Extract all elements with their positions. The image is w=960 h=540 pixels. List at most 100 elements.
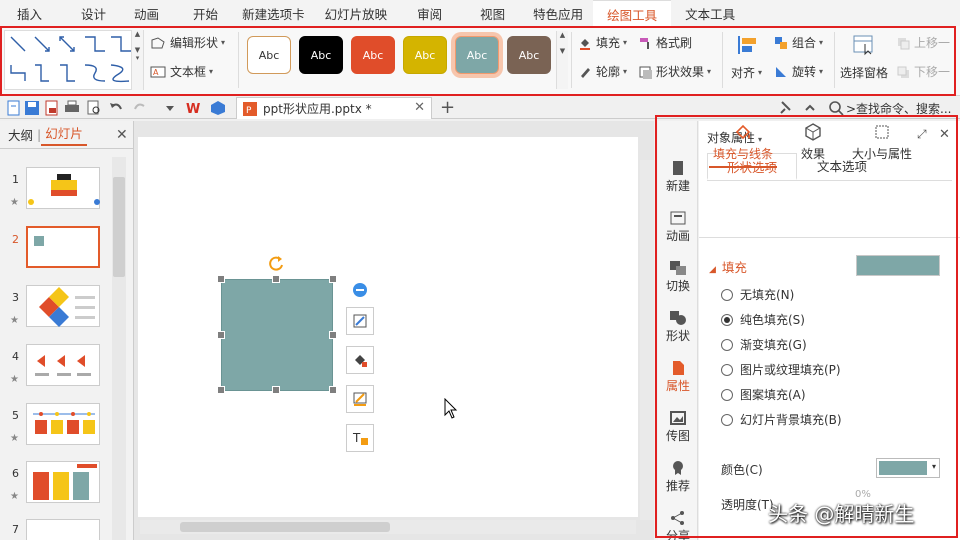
resize-handle-top[interactable] bbox=[272, 275, 280, 283]
selected-rectangle-shape[interactable] bbox=[221, 279, 333, 391]
radio-pattern-fill[interactable]: 图案填充(A) bbox=[721, 386, 806, 403]
shape-style-2[interactable]: Abc bbox=[299, 36, 343, 74]
search-icon[interactable] bbox=[828, 100, 844, 116]
resize-handle-top-left[interactable] bbox=[217, 275, 225, 283]
rotate-handle-icon[interactable] bbox=[268, 255, 286, 273]
shape-style-6[interactable]: Abc bbox=[507, 36, 551, 74]
sidebar-item-transition[interactable]: 切换 bbox=[658, 261, 698, 294]
resize-handle-left[interactable] bbox=[217, 331, 225, 339]
radio-solid-fill[interactable]: 纯色填充(S) bbox=[721, 311, 805, 328]
slide-thumbnail-5[interactable] bbox=[26, 403, 100, 445]
close-tab-icon[interactable]: ✕ bbox=[414, 100, 425, 115]
tab-slides[interactable]: 幻灯片 bbox=[41, 123, 87, 146]
menu-tab-features[interactable]: 特色应用 bbox=[527, 0, 593, 26]
new-file-icon[interactable] bbox=[6, 100, 22, 116]
selection-pane-button[interactable]: 选择窗格 bbox=[840, 64, 888, 81]
menu-tab-insert[interactable]: 插入 bbox=[0, 0, 55, 26]
document-tab[interactable]: P ppt形状应用.pptx * ✕ bbox=[236, 97, 432, 119]
menu-tab-review[interactable]: 审阅 bbox=[399, 0, 470, 26]
menu-tab-drawing-tools[interactable]: 绘图工具 bbox=[593, 0, 672, 26]
h-scroll-thumb[interactable] bbox=[180, 522, 390, 532]
print-icon[interactable] bbox=[64, 100, 80, 116]
float-text-button[interactable]: T bbox=[346, 424, 374, 452]
sidebar-item-upload-image[interactable]: 传图 bbox=[658, 411, 698, 444]
float-fill-button[interactable] bbox=[346, 346, 374, 374]
radio-no-fill[interactable]: 无填充(N) bbox=[721, 286, 794, 303]
command-search-input[interactable]: >查找命令、搜索... bbox=[846, 100, 952, 117]
print-preview-icon[interactable] bbox=[86, 100, 102, 116]
canvas-horizontal-scrollbar[interactable] bbox=[140, 520, 636, 534]
redo-icon[interactable] bbox=[132, 100, 148, 116]
slide-thumbnail-1[interactable] bbox=[26, 167, 100, 209]
shape-effect-button[interactable]: 形状效果 ▾ bbox=[638, 63, 711, 80]
send-backward-button[interactable]: 下移一 bbox=[896, 63, 950, 80]
subtab-fill-line[interactable]: 填充与线条 bbox=[709, 121, 777, 168]
slide-thumbnail-2[interactable] bbox=[26, 226, 100, 268]
radio-gradient-fill[interactable]: 渐变填充(G) bbox=[721, 336, 807, 353]
sidebar-item-properties[interactable]: 属性 bbox=[658, 361, 698, 394]
fill-section-header[interactable]: ◢ 填充 bbox=[709, 257, 747, 276]
canvas-vertical-scrollbar[interactable] bbox=[640, 160, 654, 520]
sidebar-item-new[interactable]: 新建 bbox=[658, 161, 698, 194]
tab-outline[interactable]: 大纲 bbox=[4, 125, 37, 144]
sidebar-item-recommend[interactable]: 推荐 bbox=[658, 461, 698, 494]
gallery-scroll[interactable]: ▲ ▼ ▾ bbox=[131, 30, 143, 90]
menu-tab-home[interactable]: 开始 bbox=[181, 0, 236, 26]
menu-tab-slideshow[interactable]: 幻灯片放映 bbox=[317, 0, 400, 26]
menu-tab-new-tab[interactable]: 新建选项卡 bbox=[236, 0, 317, 26]
menu-tab-text-tools[interactable]: 文本工具 bbox=[671, 0, 749, 26]
radio-picture-fill[interactable]: 图片或纹理填充(P) bbox=[721, 361, 841, 378]
rotate-button[interactable]: 旋转 ▾ bbox=[774, 63, 823, 80]
connector-shapes-icon[interactable] bbox=[5, 31, 135, 89]
sidebar-item-shape[interactable]: 形状 bbox=[658, 311, 698, 344]
text-box-button[interactable]: A 文本框 ▾ bbox=[150, 63, 213, 80]
outline-button[interactable]: 轮廓 ▾ bbox=[578, 63, 627, 80]
wps-logo-icon[interactable]: W bbox=[186, 100, 202, 116]
export-pdf-icon[interactable] bbox=[44, 100, 60, 116]
fill-color-preview[interactable] bbox=[856, 255, 940, 276]
scroll-thumb[interactable] bbox=[113, 177, 125, 277]
menu-tab-view[interactable]: 视图 bbox=[470, 0, 527, 26]
undo-icon[interactable] bbox=[108, 100, 124, 116]
fill-button[interactable]: 填充 ▾ bbox=[578, 34, 627, 51]
close-panel-icon[interactable]: ✕ bbox=[116, 127, 128, 143]
undock-icon[interactable]: ⤢ bbox=[917, 127, 927, 142]
cube-icon[interactable] bbox=[210, 100, 226, 116]
more-dropdown-icon[interactable] bbox=[162, 100, 178, 116]
new-tab-plus-icon[interactable]: + bbox=[440, 97, 455, 118]
slide-thumbnail-7[interactable] bbox=[26, 519, 100, 540]
resize-handle-bottom[interactable] bbox=[272, 386, 280, 394]
resize-handle-bottom-left[interactable] bbox=[217, 386, 225, 394]
format-painter-button[interactable]: 格式刷 bbox=[638, 34, 692, 51]
radio-slide-background-fill[interactable]: 幻灯片背景填充(B) bbox=[721, 411, 842, 428]
subtab-effect[interactable]: 效果 bbox=[795, 121, 831, 162]
pin-icon[interactable] bbox=[778, 100, 794, 116]
slide-thumbnail-6[interactable] bbox=[26, 461, 100, 503]
slide-thumbnail-3[interactable] bbox=[26, 285, 100, 327]
resize-handle-bottom-right[interactable] bbox=[329, 386, 337, 394]
float-outline-button[interactable] bbox=[346, 385, 374, 413]
resize-handle-right[interactable] bbox=[329, 331, 337, 339]
thumbnail-scrollbar[interactable] bbox=[112, 157, 126, 540]
close-panel-icon[interactable]: ✕ bbox=[939, 127, 950, 142]
shape-style-3[interactable]: Abc bbox=[351, 36, 395, 74]
sidebar-item-share[interactable]: 分享 bbox=[658, 511, 698, 540]
slide-thumbnail-4[interactable] bbox=[26, 344, 100, 386]
subtab-size-properties[interactable]: 大小与属性 bbox=[849, 121, 915, 162]
menu-tab-animation[interactable]: 动画 bbox=[124, 0, 181, 26]
edit-shape-button[interactable]: 编辑形状 ▾ bbox=[150, 34, 225, 51]
sidebar-item-animation[interactable]: 动画 bbox=[658, 211, 698, 244]
menu-tab-design[interactable]: 设计 bbox=[55, 0, 124, 26]
bring-forward-button[interactable]: 上移一 bbox=[896, 34, 950, 51]
color-dropdown[interactable]: ▾ bbox=[876, 458, 940, 478]
shape-style-5[interactable]: Abc bbox=[455, 36, 499, 74]
resize-handle-top-right[interactable] bbox=[329, 275, 337, 283]
save-icon[interactable] bbox=[24, 100, 40, 116]
collapse-ribbon-icon[interactable] bbox=[802, 100, 818, 116]
style-gallery-scroll[interactable]: ▲ ▼ bbox=[556, 31, 568, 89]
group-button[interactable]: 组合 ▾ bbox=[774, 34, 823, 51]
float-edit-shape-button[interactable] bbox=[346, 307, 374, 335]
shape-style-1[interactable]: Abc bbox=[247, 36, 291, 74]
shape-gallery[interactable] bbox=[4, 30, 144, 90]
collapse-minus-icon[interactable] bbox=[352, 282, 368, 298]
